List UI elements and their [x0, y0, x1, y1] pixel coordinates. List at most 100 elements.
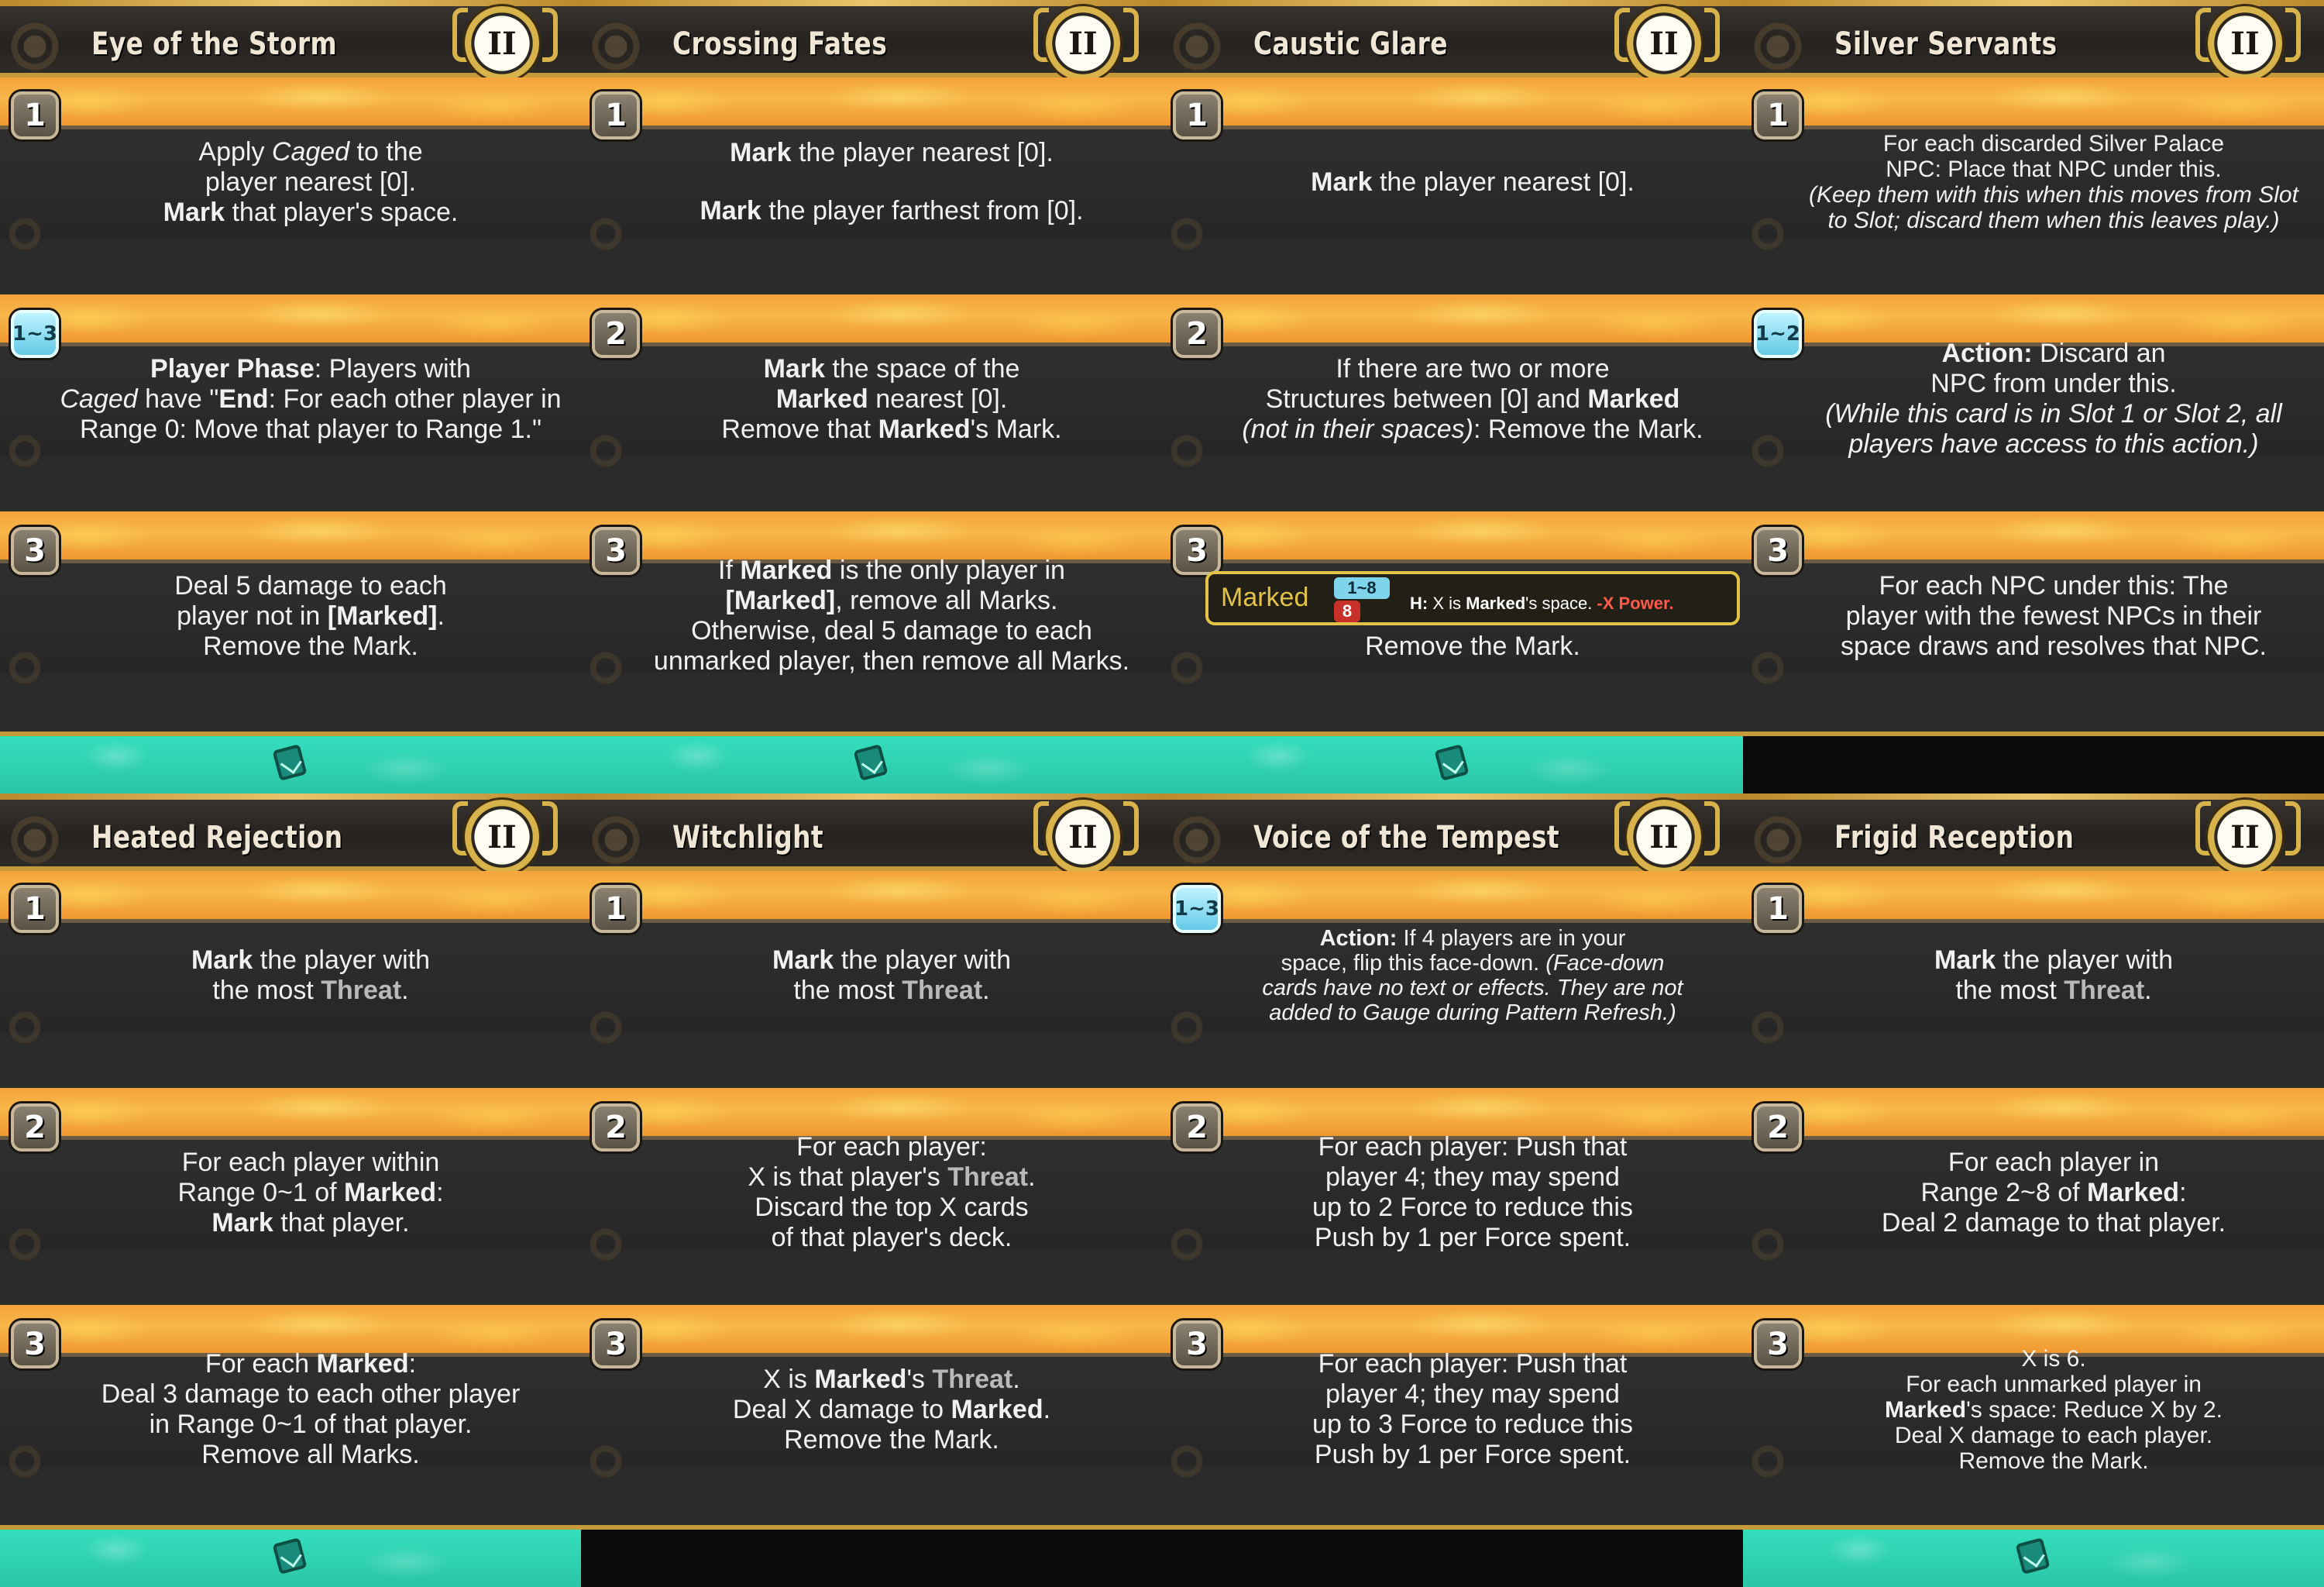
text-segment: the player nearest [0].	[1372, 167, 1635, 197]
effect-line: the most Threat.	[793, 976, 989, 1006]
text-segment: (Face-down	[1545, 951, 1665, 976]
fire-band	[1743, 871, 2324, 919]
card-footer	[0, 732, 581, 794]
fire-band	[1743, 511, 2324, 559]
pattern-row-3: 3 For each Marked: Deal 3 damage to each o…	[0, 1305, 581, 1483]
text-segment: player with the fewest NPCs in their	[1845, 601, 2262, 631]
text-segment: Deal X damage to	[732, 1394, 951, 1424]
ability-text-part: H:	[1410, 593, 1428, 613]
effect-line: If Marked is the only player in	[718, 556, 1065, 586]
effect-line: Mark the space of the	[764, 354, 1020, 384]
step-number-badge: 1	[11, 885, 59, 933]
game-card[interactable]: Witchlight II 1 Mark the player with the mos…	[581, 794, 1162, 1587]
game-card[interactable]: Frigid Reception II 1 Mark the player with t…	[1743, 794, 2324, 1587]
text-segment: Mark	[730, 138, 792, 167]
text-segment: NPC from under this.	[1930, 369, 2177, 398]
effect-line: For each Marked:	[205, 1349, 416, 1379]
fire-band	[1743, 1088, 2324, 1136]
effect-line: in Range 0~1 of that player.	[150, 1410, 473, 1440]
row-effect-text: Mark the player with the most Threat.	[54, 919, 567, 1032]
card-header: Eye of the Storm II	[0, 0, 581, 81]
fire-band	[1162, 871, 1743, 919]
pattern-row-2: 2 For each player in Range 2~8 of Marked: D…	[1743, 1088, 2324, 1266]
text-segment: 's space: Reduce X by 2.	[1966, 1396, 2223, 1423]
range-badge: 1~3	[11, 310, 59, 358]
text-segment: Deal 3 damage to each other player	[101, 1379, 521, 1409]
text-segment: For each player: Push that	[1318, 1132, 1628, 1162]
badge-ornament-right	[1123, 801, 1139, 855]
text-segment: .	[437, 601, 445, 631]
card-footer	[1162, 1525, 1743, 1587]
effect-line: space, flip this face-down. (Face-down	[1281, 951, 1665, 976]
step-number-badge: 1	[1754, 91, 1802, 139]
tier-badge: II	[1046, 800, 1120, 874]
effect-line: NPC from under this.	[1930, 369, 2176, 399]
text-segment: :	[436, 1177, 444, 1207]
effect-line: Caged have "End: For each other player i…	[60, 384, 561, 415]
effect-line: For each player: Push that	[1318, 1132, 1628, 1162]
fire-band	[1162, 1305, 1743, 1353]
card-title: Caustic Glare	[1253, 26, 1448, 62]
step-number-badge: 3	[1754, 1320, 1802, 1368]
text-segment: Action:	[1941, 339, 2033, 368]
text-segment: the player with	[253, 945, 431, 975]
effect-line: Deal 3 damage to each other player	[101, 1379, 521, 1410]
card-set-icon	[272, 1537, 308, 1575]
text-segment: to Slot; discard them when this leaves p…	[1827, 208, 2280, 233]
game-card[interactable]: Voice of the Tempest II 1~3 Action: If 4 pl…	[1162, 794, 1743, 1587]
fire-band	[1162, 1088, 1743, 1136]
pattern-row-3: 3 For each NPC under this: The player with…	[1743, 511, 2324, 690]
text-segment: Remove the Mark.	[203, 631, 418, 661]
pattern-row-3: 3 Marked 1~8 8 H: X is Marked's space. -X Po…	[1162, 511, 1743, 690]
card-footer	[581, 1525, 1162, 1587]
pattern-row-1: 1 Mark the player with the most Threat.	[581, 871, 1162, 1049]
fire-band	[1162, 77, 1743, 126]
fire-band	[0, 77, 581, 126]
pattern-row-2: 2 If there are two or more Structures betw…	[1162, 294, 1743, 473]
game-card[interactable]: Eye of the Storm II 1 Apply Caged to the pla…	[0, 0, 581, 794]
text-segment: For each player: Push that	[1318, 1349, 1628, 1379]
effect-line: player 4; they may spend	[1325, 1379, 1620, 1410]
effect-line: Range 2~8 of Marked:	[1920, 1178, 2186, 1208]
effect-line: Remove the Mark.	[1365, 632, 1580, 662]
effect-line: [Marked], remove all Marks.	[726, 586, 1058, 616]
threat-keyword: Threat	[902, 976, 983, 1005]
game-card[interactable]: Crossing Fates II 1 Mark the player nearest…	[581, 0, 1162, 794]
effect-line: Action: Discard an	[1941, 339, 2165, 369]
text-segment: [Marked]	[327, 601, 438, 631]
row-effect-text: Mark the player nearest [0]. Mark the pla…	[635, 126, 1148, 239]
row-effect-text: Marked 1~8 8 H: X is Marked's space. -X Pow…	[1205, 559, 1740, 673]
text-segment: Mark	[763, 353, 825, 384]
effect-line: For each discarded Silver Palace	[1883, 131, 2224, 157]
card-title: Eye of the Storm	[91, 26, 338, 62]
game-card[interactable]: Silver Servants II 1 For each discarded Sil…	[1743, 0, 2324, 794]
game-card[interactable]: Caustic Glare II 1 Mark the player nearest …	[1162, 0, 1743, 794]
text-segment: Range 2~8 of	[1920, 1177, 2088, 1207]
text-segment: the most	[1955, 976, 2064, 1005]
card-set-icon	[1434, 744, 1470, 781]
threat-keyword: Threat	[2064, 976, 2145, 1005]
marked-token-range: 1~8	[1334, 577, 1390, 599]
effect-line: players have access to this action.)	[1848, 429, 2258, 460]
badge-ornament-right	[542, 8, 558, 62]
marked-token-name: Marked	[1221, 583, 1309, 612]
fire-band	[0, 1305, 581, 1353]
step-number-badge: 2	[1173, 1103, 1221, 1152]
text-segment: Remove all Marks.	[201, 1440, 420, 1469]
effect-line: Marked nearest [0].	[776, 384, 1008, 415]
row-effect-text: Player Phase: Players with Caged have "En…	[54, 343, 567, 456]
card-set-icon	[272, 744, 308, 781]
text-segment: the player nearest [0].	[791, 138, 1054, 167]
effect-line: Action: If 4 players are in your	[1320, 926, 1626, 951]
text-segment: Deal X damage to each player.	[1894, 1422, 2213, 1448]
badge-ornament-right	[2285, 8, 2301, 62]
text-segment: For each NPC under this: The	[1879, 570, 2229, 601]
effect-line: Apply Caged to the	[198, 137, 422, 167]
text-segment: the most	[212, 976, 321, 1005]
step-number-badge: 2	[1754, 1103, 1802, 1152]
text-segment: the player farthest from [0].	[761, 196, 1084, 225]
game-card[interactable]: Heated Rejection II 1 Mark the player with t…	[0, 794, 581, 1587]
badge-ornament-right	[542, 801, 558, 855]
row-effect-text: For each player: Push that player 4; they…	[1216, 1349, 1729, 1469]
fire-band	[581, 294, 1162, 343]
